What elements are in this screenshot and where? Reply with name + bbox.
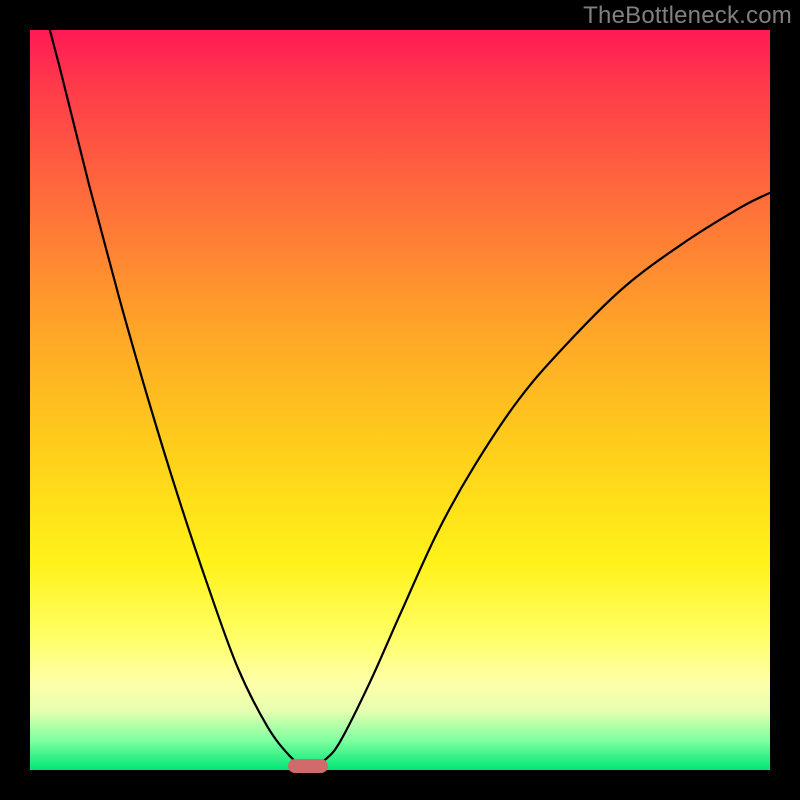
chart-stage: TheBottleneck.com [0,0,800,800]
bottleneck-curve [30,0,770,767]
optimal-marker [288,759,328,773]
watermark-text: TheBottleneck.com [583,2,792,30]
plot-area [30,30,770,770]
curve-svg [30,30,770,770]
